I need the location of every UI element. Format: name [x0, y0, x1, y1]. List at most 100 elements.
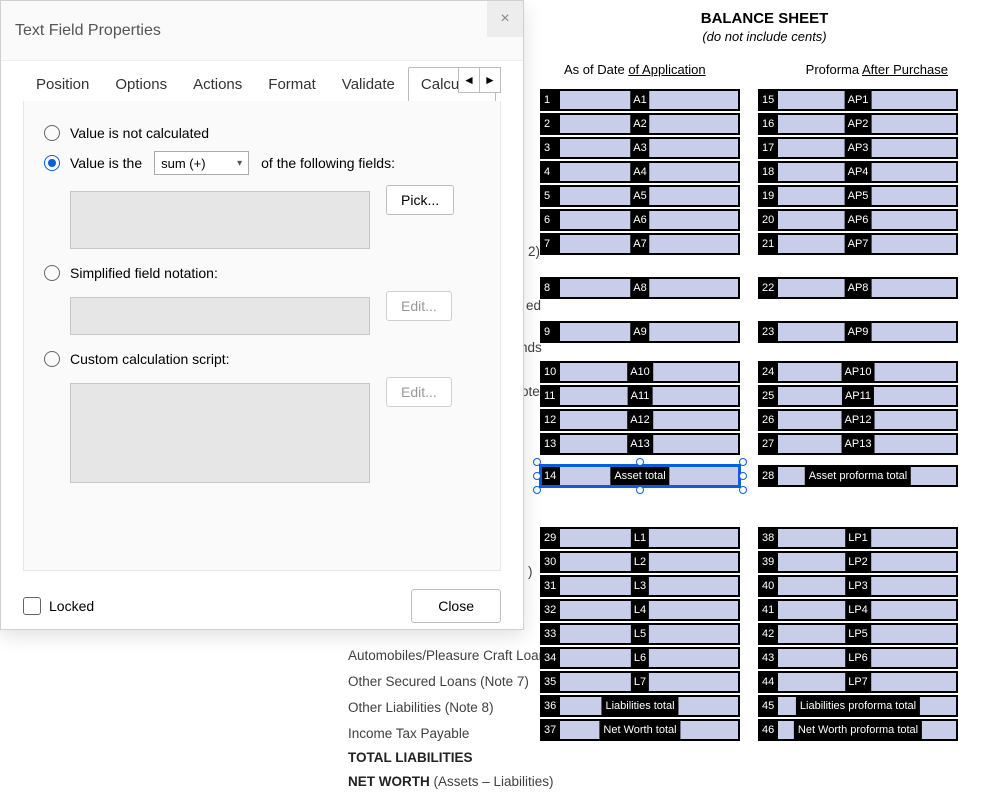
- form-field[interactable]: 20AP6: [758, 209, 958, 231]
- form-field[interactable]: 22AP8: [758, 277, 958, 299]
- edit-script-button[interactable]: Edit...: [386, 377, 452, 407]
- field-label: Net Worth total: [599, 721, 680, 739]
- next-tab-button[interactable]: ►: [479, 67, 501, 93]
- form-field[interactable]: 7A7: [540, 233, 740, 255]
- form-field[interactable]: 2A2: [540, 113, 740, 135]
- form-field[interactable]: 18AP4: [758, 161, 958, 183]
- radio-icon[interactable]: [44, 351, 60, 367]
- close-icon[interactable]: ×: [487, 1, 523, 37]
- form-field[interactable]: 41LP4: [758, 599, 958, 621]
- form-field[interactable]: 45Liabilities proforma total: [758, 695, 958, 717]
- form-field[interactable]: 35L7: [540, 671, 740, 693]
- radio-custom-script[interactable]: Custom calculation script:: [44, 351, 480, 367]
- form-field[interactable]: 9A9: [540, 321, 740, 343]
- tab-format[interactable]: Format: [255, 67, 329, 101]
- form-field[interactable]: 40LP3: [758, 575, 958, 597]
- tab-actions[interactable]: Actions: [180, 67, 255, 101]
- dialog-titlebar[interactable]: Text Field Properties ×: [1, 1, 523, 61]
- form-field[interactable]: 30L2: [540, 551, 740, 573]
- field-label: LP4: [845, 601, 871, 619]
- field-label: L7: [631, 673, 649, 691]
- custom-script-input[interactable]: [70, 383, 370, 483]
- form-field[interactable]: 31L3: [540, 575, 740, 597]
- operation-select[interactable]: sum (+)▾: [154, 151, 249, 175]
- radio-simplified[interactable]: Simplified field notation:: [44, 265, 480, 281]
- field-label: L5: [631, 625, 649, 643]
- field-number: 3: [542, 139, 560, 157]
- form-field[interactable]: 27AP13: [758, 433, 958, 455]
- form-field[interactable]: 16AP2: [758, 113, 958, 135]
- form-field[interactable]: 19AP5: [758, 185, 958, 207]
- form-field[interactable]: 24AP10: [758, 361, 958, 383]
- radio-icon[interactable]: [44, 125, 60, 141]
- close-button[interactable]: Close: [411, 589, 501, 623]
- form-field[interactable]: 33L5: [540, 623, 740, 645]
- form-field[interactable]: 25AP11: [758, 385, 958, 407]
- field-number: 2: [542, 115, 560, 133]
- radio-icon[interactable]: [44, 265, 60, 281]
- field-label: A10: [627, 363, 653, 381]
- field-label: A8: [630, 279, 649, 297]
- doc-line: Other Liabilities (Note 8): [348, 700, 494, 715]
- form-field[interactable]: 6A6: [540, 209, 740, 231]
- form-field[interactable]: 28Asset proforma total: [758, 465, 958, 487]
- field-number: 23: [760, 323, 778, 341]
- form-field[interactable]: 32L4: [540, 599, 740, 621]
- form-field[interactable]: 10A10: [540, 361, 740, 383]
- form-field[interactable]: 43LP6: [758, 647, 958, 669]
- tab-position[interactable]: Position: [23, 67, 102, 101]
- form-field[interactable]: 14Asset total: [540, 465, 740, 487]
- field-number: 43: [760, 649, 778, 667]
- doc-line: Automobiles/Pleasure Craft Loans: [348, 648, 553, 663]
- field-number: 28: [760, 467, 778, 485]
- pick-button[interactable]: Pick...: [386, 185, 454, 215]
- form-field[interactable]: 15AP1: [758, 89, 958, 111]
- form-field[interactable]: 34L6: [540, 647, 740, 669]
- form-field[interactable]: 4A4: [540, 161, 740, 183]
- balance-sheet-form: BALANCE SHEET (do not include cents) As …: [540, 10, 989, 741]
- radio-icon[interactable]: [44, 155, 60, 171]
- form-field[interactable]: 8A8: [540, 277, 740, 299]
- form-field[interactable]: 11A11: [540, 385, 740, 407]
- field-number: 15: [760, 91, 778, 109]
- form-field[interactable]: 46Net Worth proforma total: [758, 719, 958, 741]
- field-number: 12: [542, 411, 560, 429]
- form-field[interactable]: 3A3: [540, 137, 740, 159]
- field-label: AP5: [845, 187, 872, 205]
- field-label: AP13: [842, 435, 875, 453]
- simplified-notation-input[interactable]: [70, 297, 370, 335]
- form-field[interactable]: 21AP7: [758, 233, 958, 255]
- sheet-subtitle: (do not include cents): [540, 29, 989, 44]
- field-number: 5: [542, 187, 560, 205]
- form-field[interactable]: 13A13: [540, 433, 740, 455]
- form-field[interactable]: 12A12: [540, 409, 740, 431]
- form-field[interactable]: 42LP5: [758, 623, 958, 645]
- form-field[interactable]: 26AP12: [758, 409, 958, 431]
- field-number: 16: [760, 115, 778, 133]
- field-number: 13: [542, 435, 560, 453]
- field-label: Liabilities proforma total: [796, 697, 920, 715]
- tab-validate[interactable]: Validate: [329, 67, 408, 101]
- form-field[interactable]: 38LP1: [758, 527, 958, 549]
- field-label: L3: [631, 577, 649, 595]
- field-number: 44: [760, 673, 778, 691]
- fields-list[interactable]: [70, 191, 370, 249]
- form-field[interactable]: 39LP2: [758, 551, 958, 573]
- field-number: 14: [542, 467, 560, 485]
- form-field[interactable]: 5A5: [540, 185, 740, 207]
- form-field[interactable]: 1A1: [540, 89, 740, 111]
- text-field-properties-dialog: Text Field Properties × PositionOptionsA…: [0, 0, 524, 630]
- radio-not-calculated[interactable]: Value is not calculated: [44, 125, 480, 141]
- field-label: AP6: [845, 211, 872, 229]
- tab-options[interactable]: Options: [102, 67, 180, 101]
- form-field[interactable]: 29L1: [540, 527, 740, 549]
- edit-simplified-button[interactable]: Edit...: [386, 291, 452, 321]
- form-field[interactable]: 17AP3: [758, 137, 958, 159]
- form-field[interactable]: 37Net Worth total: [540, 719, 740, 741]
- form-field[interactable]: 23AP9: [758, 321, 958, 343]
- radio-value-is-the[interactable]: Value is the sum (+)▾ of the following f…: [44, 151, 480, 175]
- prev-tab-button[interactable]: ◄: [458, 67, 480, 93]
- locked-checkbox[interactable]: [23, 597, 41, 615]
- form-field[interactable]: 44LP7: [758, 671, 958, 693]
- form-field[interactable]: 36Liabilities total: [540, 695, 740, 717]
